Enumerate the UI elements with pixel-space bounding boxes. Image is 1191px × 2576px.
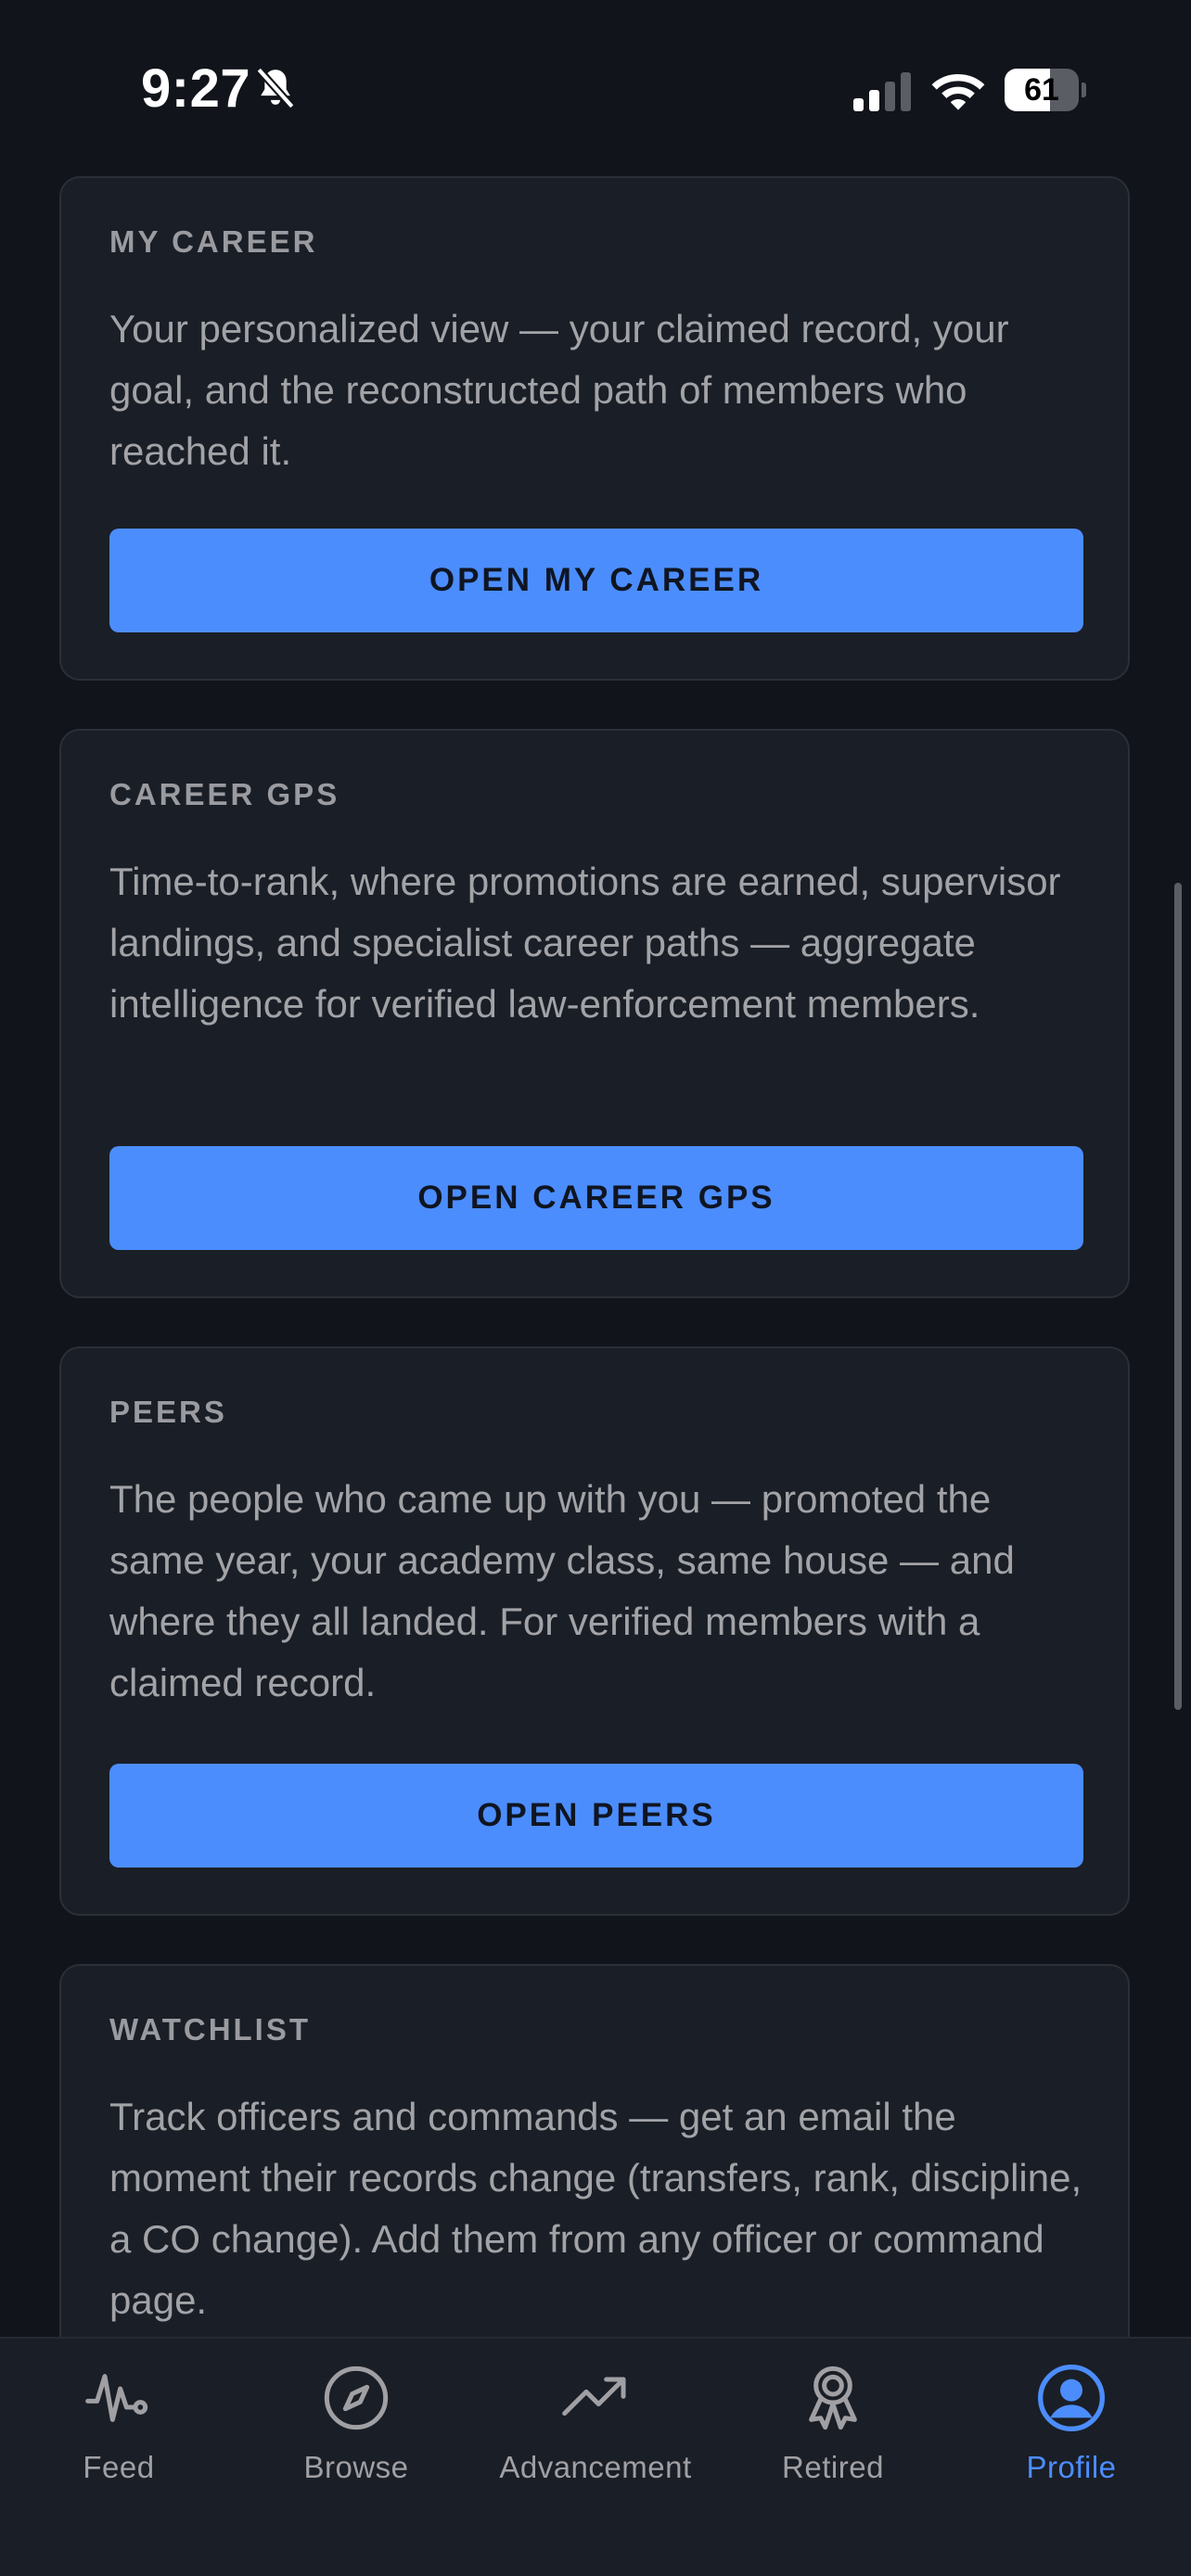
status-bar: 9:27 61	[0, 0, 1191, 176]
card-description: The people who came up with you — promot…	[109, 1477, 1015, 1704]
card-description: Time-to-rank, where promotions are earne…	[109, 860, 1061, 1026]
card-title: PEERS	[109, 1395, 227, 1429]
tab-profile[interactable]: Profile	[953, 2339, 1190, 2506]
card-title: MY CAREER	[109, 224, 318, 259]
tab-browse[interactable]: Browse	[237, 2339, 475, 2506]
tab-retired[interactable]: Retired	[714, 2339, 952, 2506]
cellular-signal-icon	[853, 72, 911, 111]
my-career-card: MY CAREER Your personalized view — your …	[59, 176, 1130, 681]
tab-advancement[interactable]: Advancement	[477, 2339, 714, 2506]
tab-label: Feed	[83, 2450, 155, 2484]
open-my-career-button[interactable]: OPEN MY CAREER	[109, 529, 1083, 632]
watchlist-card: WATCHLIST Track officers and commands — …	[59, 1964, 1130, 2337]
award-ribbon-icon	[809, 2366, 857, 2430]
tab-label: Profile	[1026, 2450, 1117, 2484]
battery-icon: 61	[1005, 69, 1086, 111]
pulse-icon	[85, 2374, 148, 2422]
wifi-icon	[931, 74, 985, 110]
tab-label: Browse	[303, 2450, 409, 2484]
tab-bar: Feed Browse Advancement Retired Profile	[0, 2337, 1191, 2576]
status-time: 9:27	[141, 58, 251, 119]
open-career-gps-button[interactable]: OPEN CAREER GPS	[109, 1146, 1083, 1250]
card-title: WATCHLIST	[109, 2012, 312, 2047]
tab-label: Advancement	[499, 2450, 692, 2484]
compass-icon	[324, 2366, 389, 2430]
card-title: CAREER GPS	[109, 777, 340, 811]
trending-up-icon	[562, 2377, 626, 2417]
peers-card: PEERS The people who came up with you — …	[59, 1346, 1130, 1916]
user-circle-icon	[1038, 2365, 1105, 2431]
career-gps-card: CAREER GPS Time-to-rank, where promotion…	[59, 729, 1130, 1298]
card-description: Track officers and commands — get an ema…	[109, 2095, 1082, 2322]
battery-cap	[1082, 83, 1086, 97]
tab-label: Retired	[782, 2450, 884, 2484]
tab-feed[interactable]: Feed	[0, 2339, 237, 2506]
battery-body: 61	[1005, 69, 1079, 111]
scrollbar[interactable]	[1174, 883, 1182, 1710]
battery-level: 61	[1024, 72, 1059, 108]
bell-slash-icon	[256, 67, 295, 109]
card-description: Your personalized view — your claimed re…	[109, 307, 1009, 473]
open-peers-button[interactable]: OPEN PEERS	[109, 1764, 1083, 1868]
scroll-content[interactable]: MY CAREER Your personalized view — your …	[0, 0, 1191, 2337]
